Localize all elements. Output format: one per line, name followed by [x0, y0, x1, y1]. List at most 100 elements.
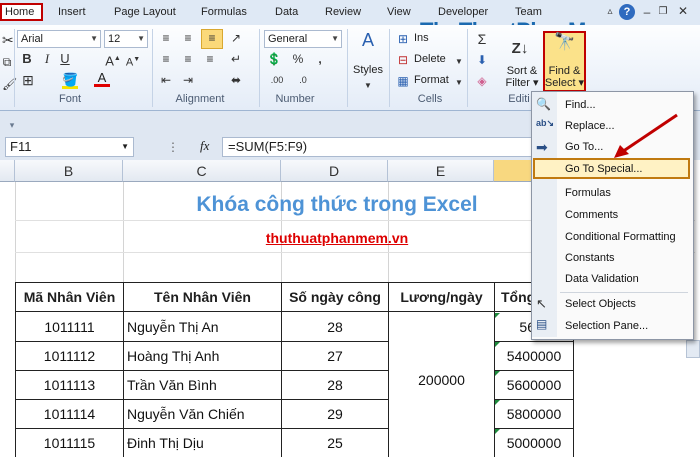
cell-work-days[interactable]: 28 — [282, 371, 388, 399]
decrease-font-icon[interactable]: A▼ — [124, 52, 142, 71]
font-color-icon[interactable]: A — [94, 70, 110, 87]
tab-data[interactable]: Data — [275, 6, 298, 18]
cell-total[interactable]: 5000000 — [495, 429, 573, 457]
delete-cells-button[interactable]: Delete — [414, 53, 446, 65]
italic-icon[interactable]: I — [40, 51, 54, 67]
fill-color-icon[interactable]: 🪣 — [62, 72, 78, 89]
autosum-icon[interactable]: Σ — [473, 31, 491, 47]
align-left-icon[interactable]: ≡ — [158, 51, 174, 67]
bold-icon[interactable]: B — [20, 51, 34, 67]
align-center-icon[interactable]: ≡ — [180, 51, 196, 67]
number-format-combo[interactable]: General ▼ — [264, 30, 342, 48]
decrease-indent-icon[interactable]: ⇤ — [158, 72, 174, 88]
increase-font-icon[interactable]: A▲ — [104, 51, 122, 69]
window-close-icon[interactable]: ✕ — [676, 3, 690, 19]
percent-style-icon[interactable]: % — [290, 51, 306, 67]
scrollbar-thumb[interactable] — [686, 340, 700, 358]
font-size-combo[interactable]: 12 ▼ — [104, 30, 148, 48]
tab-developer[interactable]: Developer — [438, 6, 488, 18]
cell-total[interactable]: 56 — [495, 313, 535, 341]
cell-total[interactable]: 5600000 — [495, 371, 573, 399]
window-restore-icon[interactable]: ❐ — [656, 4, 670, 20]
column-header-c[interactable]: C — [123, 160, 281, 182]
sort-filter-icon[interactable]: Z↓ — [505, 41, 535, 57]
increase-decimal-icon[interactable]: .00 — [266, 72, 288, 88]
clear-icon[interactable]: ◈ — [473, 73, 491, 89]
menu-item-find[interactable]: Find... — [565, 99, 596, 111]
align-bottom-icon[interactable]: ≡ — [201, 29, 223, 49]
chevron-down-icon[interactable]: ▾ — [6, 117, 18, 133]
styles-button[interactable]: Styles — [350, 64, 386, 76]
select-all-corner[interactable] — [0, 160, 15, 182]
name-box[interactable]: F11 ▼ — [5, 137, 134, 157]
formula-input[interactable]: =SUM(F5:F9) — [222, 137, 532, 157]
cell-employee-name[interactable]: Hoàng Thị Anh — [127, 342, 281, 370]
menu-item-select-objects[interactable]: Select Objects — [565, 298, 636, 310]
orientation-icon[interactable]: ↗ — [228, 30, 244, 46]
format-cells-icon[interactable]: ▦ — [396, 73, 410, 89]
menu-item-data-validation[interactable]: Data Validation — [565, 273, 639, 285]
separator — [467, 29, 468, 107]
menu-item-formulas[interactable]: Formulas — [565, 187, 611, 199]
menu-item-selection-pane[interactable]: Selection Pane... — [565, 320, 648, 332]
menu-item-goto-special[interactable]: Go To Special... — [565, 163, 642, 175]
align-top-icon[interactable]: ≡ — [158, 30, 174, 46]
cell-employee-name[interactable]: Trần Văn Bình — [127, 371, 281, 399]
site-link[interactable]: thuthuatphanmem.vn — [247, 230, 427, 246]
menu-item-constants[interactable]: Constants — [565, 252, 615, 264]
decrease-decimal-icon[interactable]: .0 — [292, 72, 314, 88]
menu-item-conditional-formatting[interactable]: Conditional Formatting — [565, 231, 676, 243]
cell-employee-id[interactable]: 1011113 — [16, 371, 123, 399]
formula-marker — [495, 429, 500, 434]
borders-icon[interactable]: ⊞ — [20, 72, 36, 88]
cell-work-days[interactable]: 29 — [282, 400, 388, 428]
underline-icon[interactable]: U — [58, 51, 72, 67]
cell-employee-id[interactable]: 1011112 — [16, 342, 123, 370]
insert-cells-button[interactable]: Ins — [414, 32, 429, 44]
delete-cells-icon[interactable]: ⊟ — [396, 52, 410, 68]
column-header-e[interactable]: E — [388, 160, 494, 182]
cell-employee-id[interactable]: 1011115 — [16, 429, 123, 457]
comma-style-icon[interactable]: , — [312, 51, 328, 67]
tab-formulas[interactable]: Formulas — [201, 6, 247, 18]
tab-page-layout[interactable]: Page Layout — [114, 6, 176, 18]
menu-item-comments[interactable]: Comments — [565, 209, 618, 221]
column-header-b[interactable]: B — [15, 160, 123, 182]
merge-center-icon[interactable]: ⬌ — [228, 72, 244, 88]
tab-team[interactable]: Team — [515, 6, 542, 18]
wrap-text-icon[interactable]: ↵ — [228, 51, 244, 67]
menu-item-goto[interactable]: Go To... — [565, 141, 603, 153]
tab-home[interactable]: Home — [0, 3, 43, 21]
cell-total[interactable]: 5400000 — [495, 342, 573, 370]
align-middle-icon[interactable]: ≡ — [180, 30, 196, 46]
cell-employee-name[interactable]: Đinh Thị Dịu — [127, 429, 281, 457]
font-group-label: Font — [58, 93, 81, 105]
increase-indent-icon[interactable]: ⇥ — [180, 72, 196, 88]
font-name-combo[interactable]: Arial ▼ — [17, 30, 101, 48]
cell-daily-salary-merged[interactable]: 200000 — [389, 366, 494, 394]
cell-employee-name[interactable]: Nguyễn Văn Chiến — [127, 400, 281, 428]
cell-total[interactable]: 5800000 — [495, 400, 573, 428]
format-painter-icon[interactable]: 🖌 — [2, 76, 17, 92]
cell-employee-name[interactable]: Nguyễn Thị An — [127, 313, 281, 341]
align-right-icon[interactable]: ≡ — [202, 51, 218, 67]
column-header-d[interactable]: D — [281, 160, 388, 182]
accounting-format-icon[interactable]: 💲 — [266, 51, 282, 67]
cell-employee-id[interactable]: 1011111 — [16, 313, 123, 341]
tab-insert[interactable]: Insert — [58, 6, 86, 18]
cell-work-days[interactable]: 27 — [282, 342, 388, 370]
cut-icon[interactable]: ✂ — [2, 32, 14, 48]
insert-function-button[interactable]: fx — [200, 138, 209, 154]
cell-work-days[interactable]: 28 — [282, 313, 388, 341]
copy-icon[interactable]: ⧉ — [2, 54, 12, 70]
styles-icon[interactable]: A — [356, 31, 380, 56]
sort-filter-button[interactable]: Sort & Filter ▾ — [501, 65, 543, 89]
tab-review[interactable]: Review — [325, 6, 361, 18]
format-cells-button[interactable]: Format — [414, 74, 449, 86]
cell-work-days[interactable]: 25 — [282, 429, 388, 457]
cell-employee-id[interactable]: 1011114 — [16, 400, 123, 428]
column-header-f[interactable] — [494, 160, 534, 182]
fill-icon[interactable]: ⬇ — [473, 52, 491, 68]
insert-cells-icon[interactable]: ⊞ — [396, 31, 410, 47]
tab-view[interactable]: View — [387, 6, 411, 18]
